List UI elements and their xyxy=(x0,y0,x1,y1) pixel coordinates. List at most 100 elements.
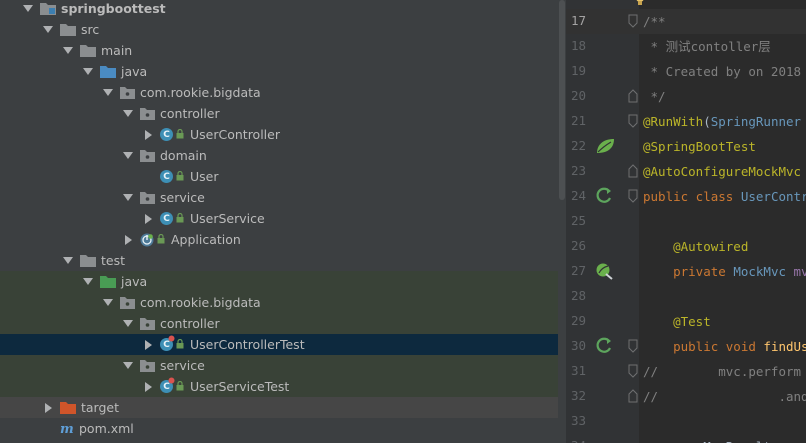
tree-scrollbar-thumb[interactable] xyxy=(559,0,565,200)
tree-row-target[interactable]: target xyxy=(0,397,558,418)
code-line[interactable]: // mvc.perform xyxy=(639,359,806,384)
tree-item-label: Application xyxy=(171,232,241,247)
spring-boot-app-icon xyxy=(140,233,154,247)
expand-arrow-icon[interactable] xyxy=(122,192,134,204)
tree-item-label: java xyxy=(121,274,148,289)
gutter-line[interactable]: 23 xyxy=(566,159,639,184)
expand-arrow-icon[interactable] xyxy=(42,24,54,36)
code-line[interactable]: * Created by on 2018 xyxy=(639,59,806,84)
code-line[interactable]: // .and xyxy=(639,384,806,409)
tree-row-project-root[interactable]: springboottest xyxy=(0,0,558,19)
code-line[interactable] xyxy=(639,409,806,434)
gutter-line[interactable]: 19 xyxy=(566,59,639,84)
code-line[interactable]: /** xyxy=(639,9,806,34)
code-line[interactable]: */ xyxy=(639,84,806,109)
tree-row-user-service-test[interactable]: C UserServiceTest xyxy=(0,376,558,397)
tree-row-user-service[interactable]: C UserService xyxy=(0,208,558,229)
fold-marker-icon[interactable] xyxy=(628,189,638,203)
tree-item-label: User xyxy=(190,169,219,184)
tree-row-user[interactable]: C User xyxy=(0,166,558,187)
tree-row-service-package[interactable]: service xyxy=(0,187,558,208)
collapsed-arrow-icon[interactable] xyxy=(142,213,154,225)
line-number: 18 xyxy=(571,38,587,53)
code-line[interactable]: public class UserContro xyxy=(639,184,806,209)
gutter-line[interactable]: 26 xyxy=(566,234,639,259)
gutter-line[interactable]: 34 xyxy=(566,434,639,443)
gutter-line[interactable]: 31 xyxy=(566,359,639,384)
expand-arrow-icon[interactable] xyxy=(122,150,134,162)
tree-row-application[interactable]: Application xyxy=(0,229,558,250)
run-test-icon[interactable] xyxy=(594,186,616,206)
gutter-line[interactable]: 28 xyxy=(566,284,639,309)
code-token: // .and xyxy=(643,389,806,404)
tree-row-pom-xml[interactable]: m pom.xml xyxy=(0,418,558,439)
gutter-line[interactable]: 27 xyxy=(566,259,639,284)
code-line[interactable]: private MockMvc mvc xyxy=(639,259,806,284)
collapsed-arrow-icon[interactable] xyxy=(142,129,154,141)
expand-arrow-icon[interactable] xyxy=(82,276,94,288)
run-test-icon[interactable] xyxy=(594,336,616,356)
intention-bulb-icon[interactable] xyxy=(635,0,645,11)
tree-scrollbar[interactable] xyxy=(558,0,566,443)
expand-arrow-icon[interactable] xyxy=(62,255,74,267)
tree-row-main[interactable]: main xyxy=(0,40,558,61)
code-line[interactable]: @RunWith(SpringRunner xyxy=(639,109,806,134)
tree-row-test-controller-package[interactable]: controller xyxy=(0,313,558,334)
fold-marker-icon[interactable] xyxy=(628,164,638,178)
gutter-line[interactable]: 21 xyxy=(566,109,639,134)
tree-row-test-service-package[interactable]: service xyxy=(0,355,558,376)
code-line[interactable]: public void findUs xyxy=(639,334,806,359)
tree-row-controller-package[interactable]: controller xyxy=(0,103,558,124)
tree-row-java-test[interactable]: java xyxy=(0,271,558,292)
collapsed-arrow-icon[interactable] xyxy=(142,339,154,351)
gutter-line[interactable]: 20 xyxy=(566,84,639,109)
expand-arrow-icon[interactable] xyxy=(62,45,74,57)
tree-row-test-package-root[interactable]: com.rookie.bigdata xyxy=(0,292,558,313)
gutter-line[interactable]: 29 xyxy=(566,309,639,334)
expand-arrow-icon[interactable] xyxy=(22,3,34,15)
fold-marker-icon[interactable] xyxy=(628,114,638,128)
gutter-line[interactable]: 30 xyxy=(566,334,639,359)
gutter-line[interactable]: 32 xyxy=(566,384,639,409)
tree-row-domain-package[interactable]: domain xyxy=(0,145,558,166)
code-line[interactable]: * 测试contoller层 xyxy=(639,34,806,59)
collapsed-arrow-icon[interactable] xyxy=(142,381,154,393)
tree-row-package-root[interactable]: com.rookie.bigdata xyxy=(0,82,558,103)
tree-row-test[interactable]: test xyxy=(0,250,558,271)
fold-marker-icon[interactable] xyxy=(628,389,638,403)
tree-row-user-controller-test[interactable]: C UserControllerTest xyxy=(0,334,558,355)
code-line[interactable]: @AutoConfigureMockMvc xyxy=(639,159,806,184)
code-editor[interactable]: 17 18 19 20 21 22 23 24 25 26 27 28 29 30 31 32 33 34 /**… xyxy=(566,0,806,443)
code-line[interactable] xyxy=(639,209,806,234)
code-line[interactable]: @Autowired xyxy=(639,234,806,259)
editor-gutter[interactable]: 17 18 19 20 21 22 23 24 25 26 27 28 29 30 31 32 33 34 xyxy=(566,0,639,443)
gutter-line[interactable]: 24 xyxy=(566,184,639,209)
expand-arrow-icon[interactable] xyxy=(102,87,114,99)
collapsed-arrow-icon[interactable] xyxy=(42,402,54,414)
gutter-line[interactable]: 22 xyxy=(566,134,639,159)
folder-icon xyxy=(80,254,96,267)
gutter-line[interactable]: 17 xyxy=(566,9,639,34)
fold-marker-icon[interactable] xyxy=(628,364,638,378)
collapsed-arrow-icon[interactable] xyxy=(122,234,134,246)
fold-marker-icon[interactable] xyxy=(628,339,638,353)
gutter-line[interactable]: 33 xyxy=(566,409,639,434)
fold-marker-icon[interactable] xyxy=(628,89,638,103)
tree-row-src[interactable]: src xyxy=(0,19,558,40)
gutter-line[interactable]: 25 xyxy=(566,209,639,234)
expand-arrow-icon[interactable] xyxy=(122,318,134,330)
fold-marker-icon[interactable] xyxy=(628,14,638,28)
expand-arrow-icon[interactable] xyxy=(122,360,134,372)
expand-arrow-icon[interactable] xyxy=(102,297,114,309)
code-line[interactable] xyxy=(639,284,806,309)
expand-arrow-icon[interactable] xyxy=(122,108,134,120)
tree-row-java-source[interactable]: java xyxy=(0,61,558,82)
code-line[interactable]: @Test xyxy=(639,309,806,334)
tree-item-label: UserControllerTest xyxy=(190,337,305,352)
code-line[interactable]: @SpringBootTest xyxy=(639,134,806,159)
gutter-line[interactable]: 18 xyxy=(566,34,639,59)
code-token: MockMvc xyxy=(733,264,794,279)
tree-row-user-controller[interactable]: C UserController xyxy=(0,124,558,145)
expand-arrow-icon[interactable] xyxy=(82,66,94,78)
code-line[interactable]: MvcResult xyxy=(639,434,806,443)
